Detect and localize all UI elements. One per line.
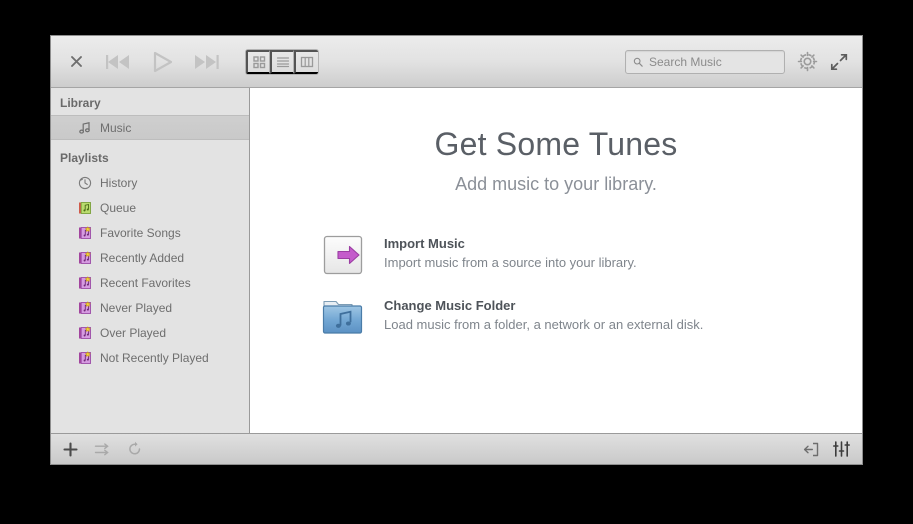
sidebar-item-label: Music — [100, 120, 132, 135]
toolbar-right-group — [625, 49, 848, 74]
bottom-toolbar — [51, 433, 862, 464]
play-icon — [153, 51, 173, 72]
music-folder-icon — [321, 295, 365, 339]
next-button[interactable] — [189, 48, 223, 76]
content-area: Get Some Tunes Add music to your library… — [250, 88, 862, 433]
search-icon — [633, 57, 643, 67]
transport-controls — [101, 48, 223, 76]
export-icon — [803, 442, 819, 456]
list-view-button[interactable] — [270, 49, 294, 74]
repeat-button[interactable] — [127, 441, 143, 457]
sidebar-header-playlists: Playlists — [60, 151, 109, 165]
queue-icon — [77, 200, 93, 216]
sidebar-item-label: Recently Added — [100, 250, 185, 265]
smart-playlist-icon — [77, 250, 93, 266]
action-description: Import music from a source into your lib… — [384, 255, 637, 270]
smart-playlist-icon — [77, 325, 93, 341]
sidebar-item-not-recently-played[interactable]: Not Recently Played — [51, 345, 249, 370]
play-button[interactable] — [145, 48, 179, 76]
sidebar-item-music[interactable]: Music — [51, 115, 249, 140]
sidebar-item-label: Queue — [100, 200, 137, 215]
smart-playlist-icon — [77, 300, 93, 316]
fullscreen-button[interactable] — [830, 53, 848, 71]
sidebar-item-label: History — [100, 175, 138, 190]
add-playlist-button[interactable] — [63, 441, 78, 457]
sidebar-item-recently-added[interactable]: Recently Added — [51, 245, 249, 270]
view-mode-switcher — [245, 48, 319, 75]
sidebar-item-never-played[interactable]: Never Played — [51, 295, 249, 320]
repeat-icon — [129, 441, 141, 455]
import-music-action[interactable]: Import Music Import music from a source … — [321, 233, 791, 277]
previous-icon — [106, 54, 129, 69]
search-input[interactable] — [649, 54, 777, 69]
sidebar-item-label: Over Played — [100, 325, 167, 340]
sidebar-header-library: Library — [60, 96, 101, 110]
bottom-right-group — [803, 441, 850, 457]
smart-playlist-icon — [77, 350, 93, 366]
search-box[interactable] — [625, 49, 785, 74]
bottom-left-group — [63, 441, 143, 457]
sidebar-item-queue[interactable]: Queue — [51, 195, 249, 220]
plus-icon — [63, 441, 78, 457]
action-title: Import Music — [384, 236, 465, 251]
equalizer-button[interactable] — [833, 441, 850, 457]
main-body: Library Music Playlists History Queue Fa… — [51, 88, 862, 433]
change-music-folder-action[interactable]: Change Music Folder Load music from a fo… — [321, 295, 791, 339]
export-button[interactable] — [803, 442, 819, 457]
sidebar-item-label: Not Recently Played — [100, 350, 209, 365]
smart-playlist-icon — [77, 225, 93, 241]
gear-icon — [797, 51, 818, 72]
sidebar-item-label: Recent Favorites — [100, 275, 191, 290]
page-title: Get Some Tunes — [434, 126, 678, 162]
shuffle-button[interactable] — [94, 442, 111, 457]
change-music-folder-text: Change Music Folder Load music from a fo… — [384, 295, 703, 332]
fullscreen-icon — [830, 53, 848, 70]
settings-button[interactable] — [797, 51, 818, 72]
sidebar-item-over-played[interactable]: Over Played — [51, 320, 249, 345]
import-arrow-icon — [321, 233, 365, 277]
grid-view-button[interactable] — [246, 49, 270, 74]
sidebar-item-label: Favorite Songs — [100, 225, 181, 240]
equalizer-icon — [833, 441, 850, 457]
column-view-button[interactable] — [294, 49, 318, 74]
action-description: Load music from a folder, a network or a… — [384, 317, 704, 332]
column-view-icon — [300, 56, 314, 67]
list-view-icon — [276, 56, 289, 67]
close-icon — [70, 56, 82, 67]
app-window: Library Music Playlists — [50, 35, 863, 465]
previous-button[interactable] — [101, 48, 135, 76]
close-button[interactable] — [65, 51, 87, 73]
page-subtitle: Add music to your library. — [455, 174, 657, 194]
import-music-text: Import Music Import music from a source … — [384, 233, 637, 270]
shuffle-icon — [94, 442, 109, 455]
sidebar-item-favorite-songs[interactable]: Favorite Songs — [51, 220, 249, 245]
sidebar-item-recent-favorites[interactable]: Recent Favorites — [51, 270, 249, 295]
top-toolbar — [51, 36, 862, 88]
music-note-icon — [77, 120, 93, 136]
action-list: Import Music Import music from a source … — [321, 233, 791, 357]
sidebar-item-label: Never Played — [100, 300, 173, 315]
clock-icon — [77, 175, 93, 191]
action-title: Change Music Folder — [384, 298, 516, 313]
grid-view-icon — [252, 55, 265, 68]
next-icon — [195, 54, 219, 69]
smart-playlist-icon — [77, 275, 93, 291]
sidebar-item-history[interactable]: History — [51, 170, 249, 195]
sidebar: Library Music Playlists History Queue Fa… — [51, 88, 250, 433]
